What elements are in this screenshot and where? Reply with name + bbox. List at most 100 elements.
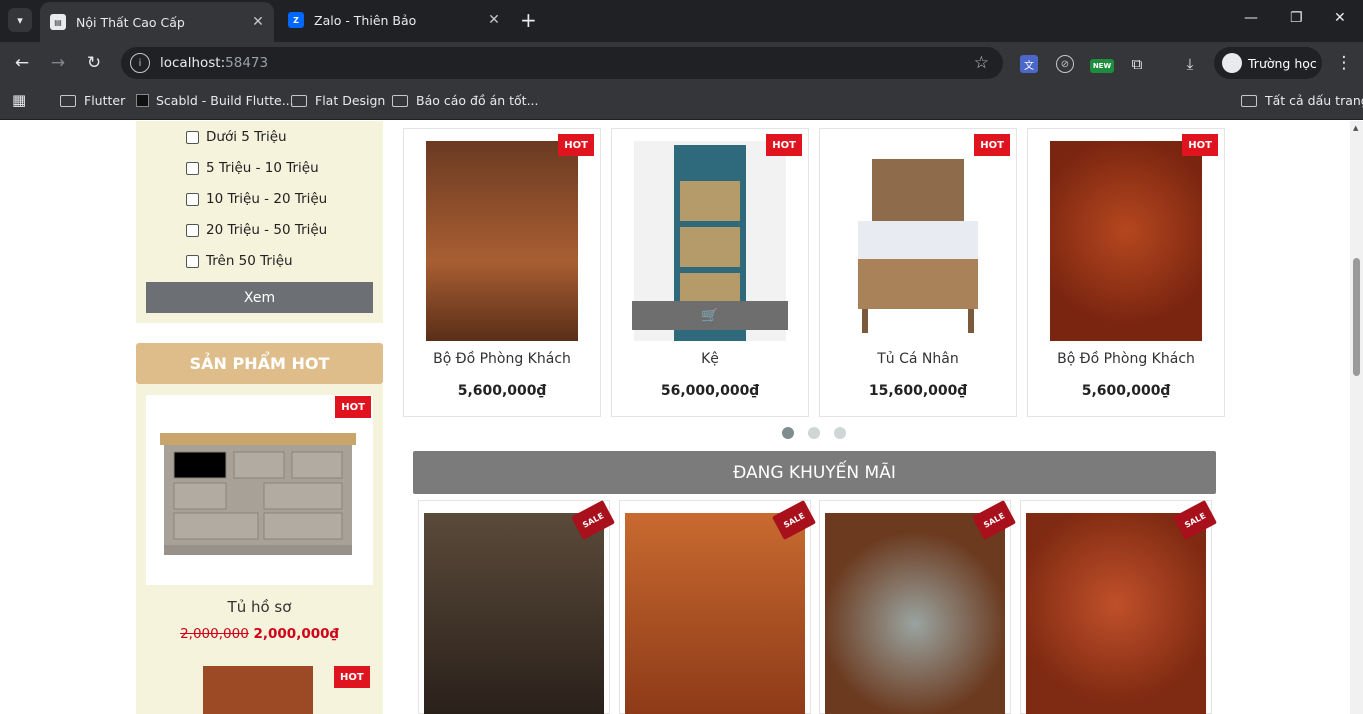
dresser-image <box>160 433 356 555</box>
product-image <box>825 513 1005 714</box>
product-price: 2,000,000 2,000,000₫ <box>136 626 383 642</box>
filter-option[interactable]: Trên 50 Triệu <box>186 253 293 269</box>
product-image <box>1026 513 1206 714</box>
profile-name: Trường học <box>1248 55 1317 71</box>
hot-badge: HOT <box>558 134 594 156</box>
menu-button[interactable]: ⋮ <box>1332 51 1356 75</box>
product-name[interactable]: Bộ Đồ Phòng Khách <box>404 351 600 367</box>
product-image[interactable]: HOT <box>146 395 373 585</box>
tab-noi-that[interactable]: ▤ Nội Thất Cao Cấp ✕ <box>40 2 274 42</box>
tab-search-button[interactable]: ▾ <box>8 8 32 32</box>
compass-extension-icon[interactable]: ⊘ <box>1056 55 1074 73</box>
arrow-right-icon: → <box>50 53 66 73</box>
tab-title: Nội Thất Cao Cấp <box>76 14 185 30</box>
chevron-down-icon: ▾ <box>17 13 23 27</box>
folder-icon <box>1241 94 1257 107</box>
checkbox[interactable] <box>186 254 199 268</box>
tab-title: Zalo - Thiên Bảo <box>314 12 417 28</box>
product-name[interactable]: Tủ Cá Nhân <box>820 351 1016 367</box>
bookmark-star-icon[interactable]: ☆ <box>974 53 989 73</box>
hot-badge: HOT <box>335 396 371 418</box>
new-tab-button[interactable]: + <box>520 8 537 32</box>
sale-product-card[interactable]: SALE <box>619 500 816 714</box>
zalo-icon: Z <box>288 12 304 28</box>
address-bar[interactable]: i localhost:58473 ☆ <box>121 47 1003 79</box>
product-name[interactable]: Bộ Đồ Phòng Khách <box>1028 351 1224 367</box>
product-card[interactable]: HOT Bộ Đồ Phòng Khách 5,600,000₫ <box>1027 128 1225 417</box>
folder-icon <box>392 94 408 107</box>
scabld-icon <box>136 94 149 107</box>
product-image[interactable] <box>203 666 313 714</box>
folder-icon <box>60 94 76 107</box>
product-price: 5,600,000₫ <box>457 383 547 399</box>
puzzle-extensions-icon[interactable]: ⧉ <box>1128 55 1146 73</box>
bed-image <box>858 159 978 333</box>
hot-badge: HOT <box>974 134 1010 156</box>
reload-button[interactable]: ↻ <box>82 51 106 75</box>
minimize-button[interactable]: — <box>1244 10 1258 26</box>
product-card[interactable]: HOT 🛒 Kệ 56,000,000₫ <box>611 128 809 417</box>
product-name[interactable]: Kệ <box>612 351 808 367</box>
carousel-dot[interactable] <box>808 427 820 439</box>
bookmark-bao-cao[interactable]: Báo cáo đồ án tốt... <box>392 93 539 108</box>
restore-button[interactable]: ❐ <box>1290 10 1303 26</box>
avatar <box>1222 53 1242 73</box>
bookmark-flutter[interactable]: Flutter <box>60 93 125 108</box>
new-extension-icon[interactable]: NEW <box>1090 59 1114 73</box>
filter-option[interactable]: 10 Triệu - 20 Triệu <box>186 191 327 207</box>
carousel-dot[interactable] <box>782 427 794 439</box>
promo-section-title: ĐANG KHUYẾN MÃI <box>413 451 1216 494</box>
product-image <box>625 513 805 714</box>
back-button[interactable]: ← <box>10 51 34 75</box>
apps-icon[interactable]: ▦ <box>12 91 26 109</box>
hot-badge: HOT <box>766 134 802 156</box>
product-price: 15,600,000₫ <box>868 383 968 399</box>
bookmarks-bar: ▦ Flutter Scabld - Build Flutte... Flat … <box>0 84 1363 120</box>
filter-submit-button[interactable]: Xem <box>146 282 373 313</box>
product-image <box>1050 141 1202 341</box>
product-price: 5,600,000₫ <box>1081 383 1171 399</box>
sale-product-card[interactable]: SALE <box>819 500 1016 714</box>
carousel-dot[interactable] <box>834 427 846 439</box>
checkbox[interactable] <box>186 130 199 144</box>
product-card[interactable]: HOT Bộ Đồ Phòng Khách 5,600,000₫ <box>403 128 601 417</box>
download-icon[interactable]: ⤓ <box>1181 55 1199 73</box>
scroll-up-icon[interactable]: ▲ <box>1353 124 1358 132</box>
close-icon[interactable]: ✕ <box>484 12 504 28</box>
sale-product-card[interactable]: SALE <box>418 500 615 714</box>
filter-option[interactable]: 20 Triệu - 50 Triệu <box>186 222 327 238</box>
page-viewport: Dưới 5 Triệu 5 Triệu - 10 Triệu 10 Triệu… <box>0 121 1350 714</box>
add-to-cart-button[interactable]: 🛒 <box>632 301 788 330</box>
profile-button[interactable]: Trường học <box>1214 47 1322 79</box>
tab-zalo[interactable]: Z Zalo - Thiên Bảo ✕ <box>278 2 510 38</box>
kebab-menu-icon: ⋮ <box>1335 53 1353 73</box>
bookmark-scabld[interactable]: Scabld - Build Flutte... <box>136 93 294 108</box>
checkbox[interactable] <box>186 192 199 206</box>
product-image <box>424 513 604 714</box>
old-price: 2,000,000 <box>180 626 249 642</box>
checkbox[interactable] <box>186 161 199 175</box>
page-scrollbar[interactable]: ▲ <box>1350 121 1363 714</box>
scrollbar-thumb[interactable] <box>1353 258 1360 376</box>
forward-button[interactable]: → <box>46 51 70 75</box>
document-icon: ▤ <box>50 14 66 30</box>
all-bookmarks[interactable]: Tất cả dấu trang <box>1241 93 1363 108</box>
sale-product-card[interactable]: SALE <box>1020 500 1217 714</box>
arrow-left-icon: ← <box>14 53 30 73</box>
product-image <box>842 141 994 341</box>
hot-products-header: SẢN PHẨM HOT <box>136 343 383 384</box>
hot-badge: HOT <box>334 666 370 688</box>
checkbox[interactable] <box>186 223 199 237</box>
translate-extension-icon[interactable]: 文 <box>1020 55 1038 73</box>
folder-icon <box>291 94 307 107</box>
filter-option[interactable]: Dưới 5 Triệu <box>186 129 287 145</box>
product-card[interactable]: HOT Tủ Cá Nhân 15,600,000₫ <box>819 128 1017 417</box>
reload-icon: ↻ <box>86 53 102 73</box>
product-name[interactable]: Tủ hồ sơ <box>136 598 383 616</box>
close-window-button[interactable]: ✕ <box>1334 10 1346 26</box>
bookmark-flat-design[interactable]: Flat Design <box>291 93 385 108</box>
site-info-icon[interactable]: i <box>130 53 150 73</box>
filter-option[interactable]: 5 Triệu - 10 Triệu <box>186 160 319 176</box>
tab-strip: ▾ ▤ Nội Thất Cao Cấp ✕ Z Zalo - Thiên Bả… <box>0 0 1363 42</box>
close-icon[interactable]: ✕ <box>248 14 268 30</box>
